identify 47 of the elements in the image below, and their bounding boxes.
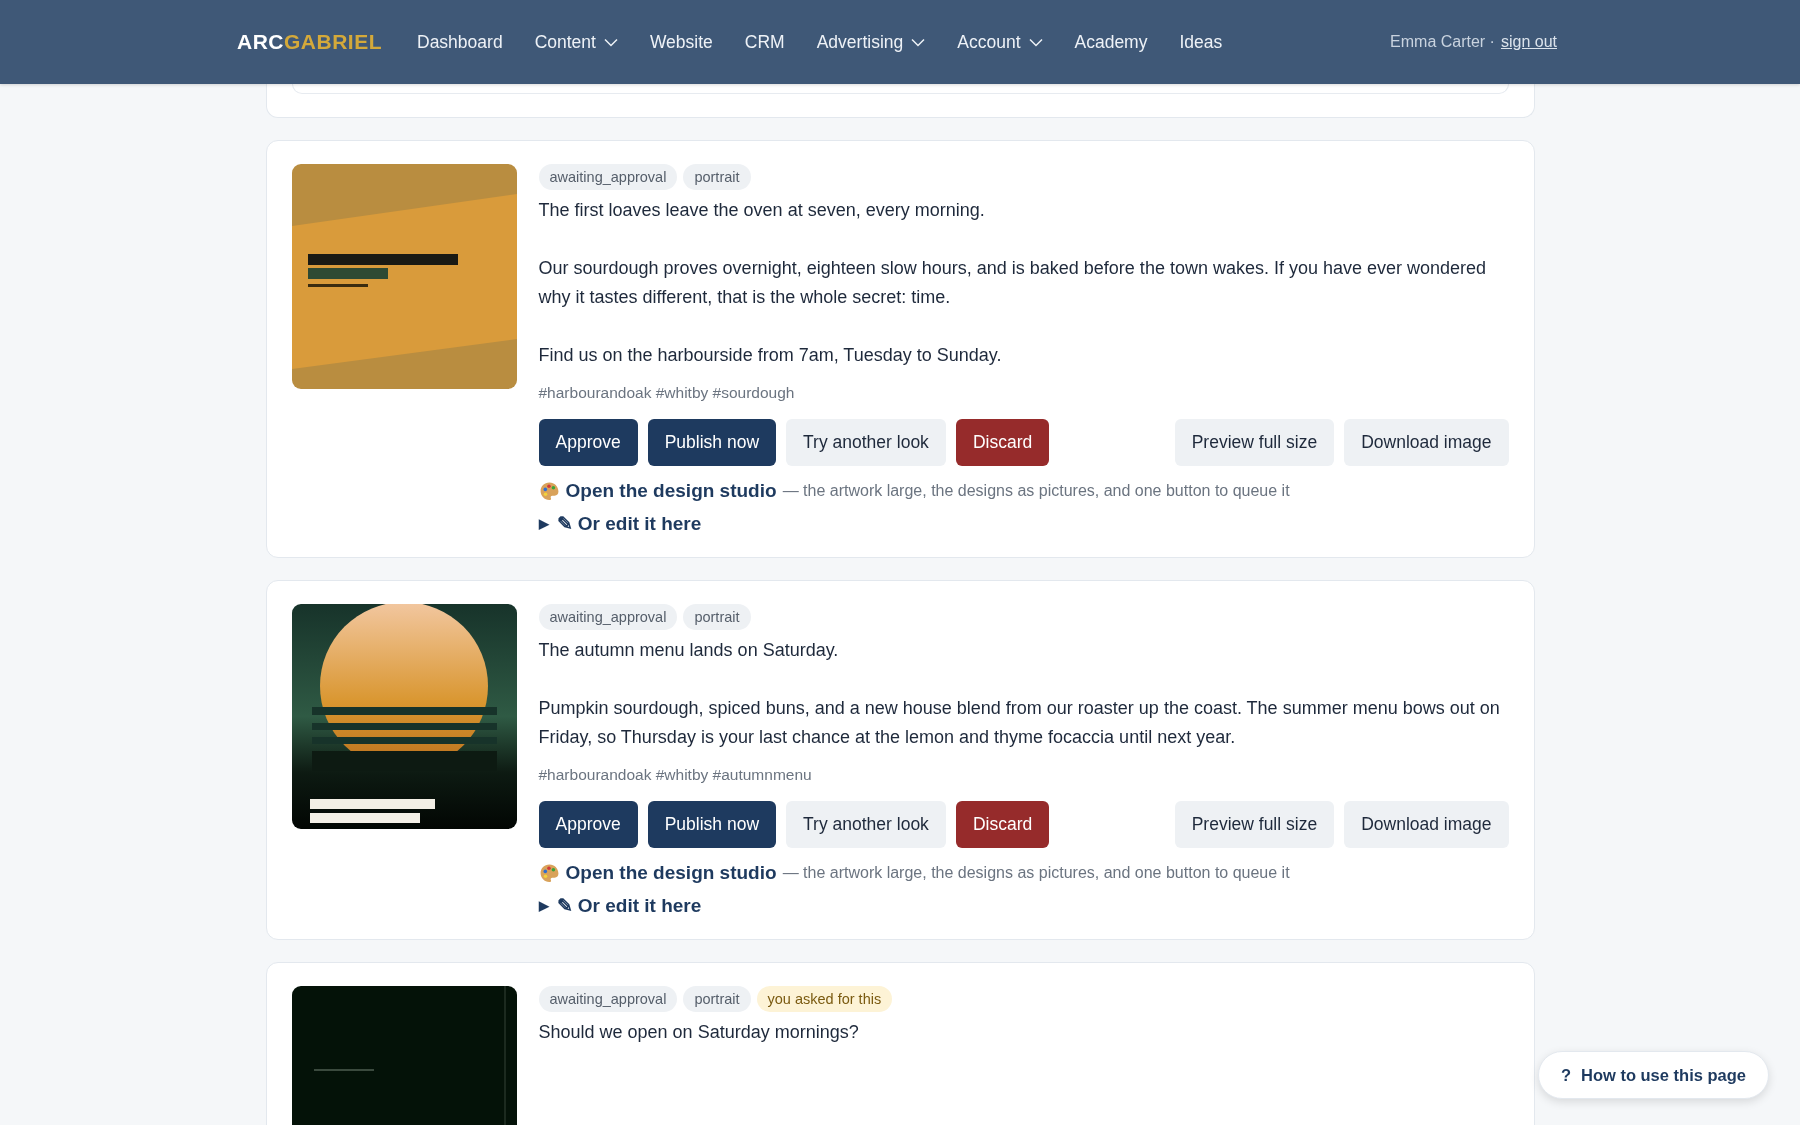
post-text: Should we open on Saturday mornings? <box>538 1021 860 1044</box>
help-button[interactable]: ? How to use this page <box>1537 1051 1769 1099</box>
action-button[interactable]: Preview full size <box>1174 801 1335 848</box>
discard-button[interactable]: Discard <box>955 801 1050 848</box>
action-button[interactable]: Try another look <box>786 419 946 466</box>
post-text: Pumpkin sourdough, spiced buns, and a new house blend from our roaster up the coast. The summer menu bows out on Friday, so Thursday is your last chance at the lemon and thyme focaccia until next year. <box>538 697 1501 749</box>
palette-icon <box>538 862 560 884</box>
action-button[interactable]: Publish now <box>647 419 777 466</box>
action-button[interactable]: Approve <box>538 801 638 848</box>
nav-link[interactable]: CRM <box>744 31 785 53</box>
nav-link[interactable]: Dashboard <box>417 31 503 53</box>
post-text: Our sourdough proves overnight, eighteen slow hours, and is baked before the town wakes. If you have ever wondered why it tastes different, that is the whole secret: time. <box>538 257 1488 309</box>
tag: portrait <box>683 986 751 1012</box>
design-studio-link[interactable]: Open the design studio <box>565 480 777 502</box>
edit-toggle[interactable]: ▶ ✎ Or edit it here <box>538 512 702 535</box>
studio-note: — the artwork large, the designs as pictures, and one button to queue it <box>782 482 1290 500</box>
design-studio-link[interactable]: Open the design studio <box>565 862 777 884</box>
action-button[interactable]: Download image <box>1344 419 1509 466</box>
user-name: Emma Carter · <box>1390 33 1495 51</box>
post-text: Find us on the harbourside from 7am, Tuesday to Sunday. <box>538 344 1003 367</box>
tag: portrait <box>683 604 751 630</box>
studio-note: — the artwork large, the designs as pictures, and one button to queue it <box>782 864 1290 882</box>
sign-out-link[interactable]: sign out <box>1500 33 1557 51</box>
post-text: The first loaves leave the oven at seven, every morning. <box>538 199 986 222</box>
tag: portrait <box>683 164 751 190</box>
hashtags: #harbourandoak #whitby #sourdough <box>538 384 796 402</box>
action-button[interactable]: Publish now <box>647 801 777 848</box>
action-button[interactable]: Preview full size <box>1174 419 1335 466</box>
nav-link[interactable]: Account <box>957 31 1043 53</box>
tag: awaiting_approval <box>538 986 678 1012</box>
tag: awaiting_approval <box>538 164 678 190</box>
nav-link[interactable]: Ideas <box>1179 31 1223 53</box>
action-button[interactable]: Approve <box>538 419 638 466</box>
nav-link[interactable]: Academy <box>1074 31 1148 53</box>
nav-link[interactable]: Website <box>649 31 713 53</box>
edit-toggle[interactable]: ▶ ✎ Or edit it here <box>538 894 702 917</box>
post-text: The autumn menu lands on Saturday. <box>538 639 840 662</box>
nav-link[interactable]: Content <box>534 31 618 53</box>
action-button[interactable]: Try another look <box>786 801 946 848</box>
action-button[interactable]: Download image <box>1344 801 1509 848</box>
palette-icon <box>538 480 560 502</box>
nav-link[interactable]: Advertising <box>816 31 926 53</box>
hashtags: #harbourandoak #whitby #autumnmenu <box>538 766 813 784</box>
brand-logo[interactable]: ARCGABRIEL <box>237 30 382 54</box>
tag: awaiting_approval <box>538 604 678 630</box>
discard-button[interactable]: Discard <box>955 419 1050 466</box>
tag: you asked for this <box>756 986 893 1012</box>
